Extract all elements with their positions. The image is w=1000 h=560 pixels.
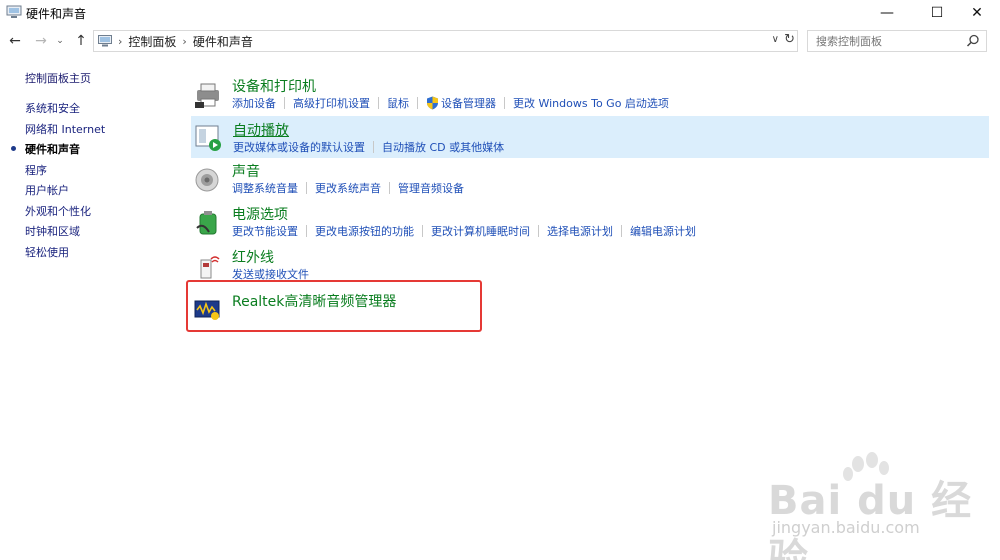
link-divider [621, 225, 622, 237]
sidebar-item-ease-of-access[interactable]: 轻松使用 [0, 244, 105, 265]
sidebar-item-system-security[interactable]: 系统和安全 [0, 100, 105, 121]
device-manager-link[interactable]: 设备管理器 [441, 95, 496, 111]
devices-printers-heading[interactable]: 设备和打印机 [232, 76, 316, 96]
navigation-row: ← → ⌄ ↑ › 控制面板 › 硬件和声音 ∨ ↻ [0, 29, 1000, 53]
address-bar[interactable]: › 控制面板 › 硬件和声音 ∨ ↻ [93, 30, 798, 52]
mouse-link[interactable]: 鼠标 [387, 95, 409, 111]
uac-shield-icon [427, 96, 438, 110]
autoplay-cd-link[interactable]: 自动播放 CD 或其他媒体 [382, 139, 504, 155]
category-autoplay[interactable]: 自动播放 更改媒体或设备的默认设置 自动播放 CD 或其他媒体 [191, 116, 989, 158]
power-options-links: 更改节能设置 更改电源按钮的功能 更改计算机睡眠时间 选择电源计划 编辑电源计划 [232, 223, 696, 239]
speaker-icon [195, 168, 219, 192]
refresh-icon[interactable]: ↻ [784, 32, 795, 47]
advanced-printer-setup-link[interactable]: 高级打印机设置 [293, 95, 370, 111]
back-arrow-icon[interactable]: ← [6, 31, 24, 51]
infrared-icon [200, 256, 220, 279]
power-button-function-link[interactable]: 更改电源按钮的功能 [315, 223, 414, 239]
forward-arrow-icon[interactable]: → [32, 31, 50, 51]
title-bar: 硬件和声音 — ☐ ✕ [0, 0, 1000, 26]
category-devices-printers: 设备和打印机 添加设备 高级打印机设置 鼠标 设备管理器 更改 Windows … [191, 76, 989, 114]
choose-power-plan-link[interactable]: 选择电源计划 [547, 223, 613, 239]
autoplay-links: 更改媒体或设备的默认设置 自动播放 CD 或其他媒体 [233, 139, 504, 155]
link-divider [306, 182, 307, 194]
breadcrumb-hardware-sound[interactable]: 硬件和声音 [193, 33, 253, 50]
autoplay-heading[interactable]: 自动播放 [233, 120, 289, 140]
watermark-url: jingyan.baidu.com [772, 518, 920, 537]
sound-heading[interactable]: 声音 [232, 161, 260, 181]
power-options-heading[interactable]: 电源选项 [232, 204, 288, 224]
breadcrumb-control-panel[interactable]: 控制面板 [128, 33, 176, 50]
link-divider [504, 97, 505, 109]
sidebar-item-clock-region[interactable]: 时钟和区域 [0, 223, 105, 244]
change-media-defaults-link[interactable]: 更改媒体或设备的默认设置 [233, 139, 365, 155]
search-icon[interactable] [966, 34, 980, 48]
sidebar-item-hardware-sound[interactable]: 硬件和声音 [0, 141, 105, 162]
link-divider [378, 97, 379, 109]
control-panel-home-link[interactable]: 控制面板主页 [25, 70, 91, 86]
sidebar-list: 系统和安全 网络和 Internet 硬件和声音 程序 用户帐户 外观和个性化 … [0, 100, 105, 264]
add-device-link[interactable]: 添加设备 [232, 95, 276, 111]
window-title: 硬件和声音 [26, 7, 87, 21]
sidebar-item-network-internet[interactable]: 网络和 Internet [0, 121, 105, 142]
link-divider [417, 97, 418, 109]
recent-locations-chevron-icon[interactable]: ⌄ [54, 31, 66, 51]
link-divider [284, 97, 285, 109]
sidebar-item-programs[interactable]: 程序 [0, 162, 105, 183]
edit-power-plan-link[interactable]: 编辑电源计划 [630, 223, 696, 239]
link-divider [306, 225, 307, 237]
link-divider [422, 225, 423, 237]
search-input[interactable] [816, 34, 966, 48]
address-dropdown-icon[interactable]: ∨ [772, 34, 779, 45]
change-power-saving-link[interactable]: 更改节能设置 [232, 223, 298, 239]
search-box[interactable] [807, 30, 987, 52]
computer-sleep-time-link[interactable]: 更改计算机睡眠时间 [431, 223, 530, 239]
baidu-watermark: Bai du 经验 jingyan.baidu.com [760, 450, 990, 560]
close-button[interactable]: ✕ [954, 0, 1000, 26]
minimize-button[interactable]: — [864, 0, 910, 26]
windows-to-go-link[interactable]: 更改 Windows To Go 启动选项 [513, 95, 669, 111]
printer-icon [195, 83, 219, 108]
autoplay-icon [195, 125, 221, 151]
link-divider [373, 141, 374, 153]
category-power-options: 电源选项 更改节能设置 更改电源按钮的功能 更改计算机睡眠时间 选择电源计划 编… [191, 204, 989, 242]
sound-links: 调整系统音量 更改系统声音 管理音频设备 [232, 180, 464, 196]
link-divider [389, 182, 390, 194]
manage-audio-devices-link[interactable]: 管理音频设备 [398, 180, 464, 196]
watermark-brand: Bai du 经验 [768, 478, 973, 560]
sidebar-item-appearance[interactable]: 外观和个性化 [0, 203, 105, 224]
up-arrow-icon[interactable]: ↑ [72, 31, 90, 51]
sidebar-item-user-accounts[interactable]: 用户帐户 [0, 182, 105, 203]
highlight-box [186, 280, 482, 332]
link-divider [538, 225, 539, 237]
control-panel-icon [6, 5, 22, 18]
breadcrumb-separator-icon: › [118, 34, 123, 48]
control-panel-location-icon [98, 35, 112, 47]
infrared-heading[interactable]: 红外线 [232, 247, 274, 267]
adjust-volume-link[interactable]: 调整系统音量 [232, 180, 298, 196]
breadcrumb-separator-icon: › [182, 34, 187, 48]
power-icon [196, 211, 217, 235]
devices-printers-links: 添加设备 高级打印机设置 鼠标 设备管理器 更改 Windows To Go 启… [232, 95, 669, 111]
category-sound: 声音 调整系统音量 更改系统声音 管理音频设备 [191, 161, 989, 199]
change-system-sounds-link[interactable]: 更改系统声音 [315, 180, 381, 196]
